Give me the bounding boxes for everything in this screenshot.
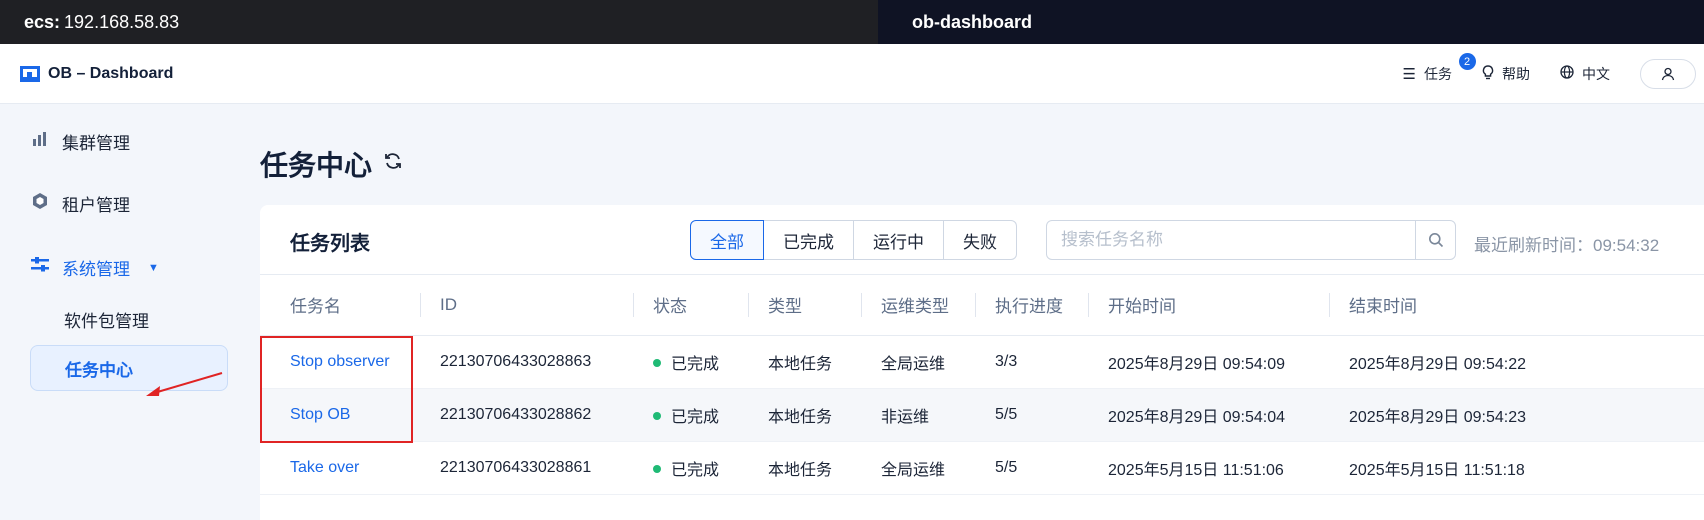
top-bar: ecs: 192.168.58.83 ob-dashboard [0,0,1704,44]
search-icon [1428,233,1443,248]
end-time: 2025年5月15日 11:51:18 [1329,441,1704,495]
table-row[interactable]: Stop observer 22130706433028863 已完成 本地任务… [260,335,1704,389]
list-icon: ☰ [1402,66,1416,83]
search-input[interactable] [1047,221,1415,259]
app-logo[interactable]: OB – Dashboard [20,65,173,83]
sliders-icon [30,257,50,278]
app-header: OB – Dashboard ☰ 任务 2 帮助 中文 [0,44,1704,104]
sidebar-item-tenant[interactable]: 租户管理 [30,191,130,216]
logo-icon [20,65,40,82]
card-header: 任务列表 全部 已完成 运行中 失败 最近刷新时间：09:54:32 [260,205,1704,275]
task-table: 任务名 ID 状态 类型 运维类型 执行进度 开始时间 结束时间 Stop ob… [260,275,1704,495]
tasks-button[interactable]: ☰ 任务 2 [1402,53,1476,84]
caret-down-icon: ▼ [148,261,159,274]
sidebar: 集群管理 租户管理 系统管理 ▼ 软件包管理 任务中心 [0,105,228,520]
status-dot-icon [653,412,661,421]
status-cell: 已完成 [633,388,748,442]
language-label: 中文 [1582,66,1610,82]
help-button[interactable]: 帮助 [1482,64,1530,84]
filter-failed[interactable]: 失败 [944,220,1017,260]
task-id: 22130706433028861 [420,441,633,495]
column-header[interactable]: ID [420,275,633,336]
last-refresh-time: 最近刷新时间：09:54:32 [1474,236,1660,255]
sidebar-item-label: 任务中心 [65,360,133,380]
filter-running[interactable]: 运行中 [854,220,944,260]
globe-icon [1560,65,1574,83]
status-dot-icon [653,359,661,368]
start-time: 2025年8月29日 09:54:04 [1088,388,1329,442]
end-time: 2025年8月29日 09:54:23 [1329,388,1704,442]
progress: 5/5 [975,388,1088,442]
task-list-card: 任务列表 全部 已完成 运行中 失败 最近刷新时间：09:54:32 任务名 I… [260,205,1704,520]
bar-chart-icon [30,132,50,151]
host-label: ecs: [24,11,61,32]
ssh-host-tab[interactable]: ecs: 192.168.58.83 [0,0,878,44]
tasks-label: 任务 [1424,66,1452,82]
lightbulb-icon [1482,64,1494,84]
window-title: ob-dashboard [878,0,1704,44]
sidebar-item-label: 集群管理 [62,134,130,153]
status-filter: 全部 已完成 运行中 失败 [690,220,1017,260]
column-header[interactable]: 运维类型 [861,275,975,336]
ops-type: 非运维 [861,388,975,442]
task-type: 本地任务 [748,441,861,495]
user-icon [1661,67,1675,81]
table-header-row: 任务名 ID 状态 类型 运维类型 执行进度 开始时间 结束时间 [260,275,1704,336]
task-name-cell: Take over [260,441,420,495]
filter-completed[interactable]: 已完成 [764,220,854,260]
column-header[interactable]: 执行进度 [975,275,1088,336]
filter-all[interactable]: 全部 [690,220,764,260]
status-text: 已完成 [671,355,720,373]
column-header[interactable]: 类型 [748,275,861,336]
header-actions: ☰ 任务 2 帮助 中文 [1403,44,1696,104]
column-header[interactable]: 任务名 [260,275,420,336]
page-title: 任务中心 [260,144,402,184]
sidebar-item-cluster[interactable]: 集群管理 [30,129,130,154]
start-time: 2025年8月29日 09:54:09 [1088,335,1329,389]
progress: 3/3 [975,335,1088,389]
logo-text: OB – Dashboard [48,64,174,82]
ops-type: 全局运维 [861,441,975,495]
page-title-text: 任务中心 [260,150,373,181]
refresh-icon[interactable] [384,152,402,176]
search-box [1046,220,1456,260]
status-text: 已完成 [671,461,720,479]
task-id: 22130706433028862 [420,388,633,442]
table-row[interactable]: Stop OB 22130706433028862 已完成 本地任务 非运维 5… [260,388,1704,442]
task-name-link[interactable]: Take over [290,459,359,476]
task-type: 本地任务 [748,335,861,389]
table-row[interactable]: Take over 22130706433028861 已完成 本地任务 全局运… [260,441,1704,495]
column-header[interactable]: 状态 [633,275,748,336]
status-dot-icon [653,465,661,474]
task-type: 本地任务 [748,388,861,442]
help-label: 帮助 [1502,66,1530,82]
sidebar-item-label: 软件包管理 [64,311,149,331]
sidebar-item-software[interactable]: 软件包管理 [30,296,228,342]
tasks-badge: 2 [1458,53,1476,70]
status-text: 已完成 [671,408,720,426]
annotation-arrow [146,372,223,396]
user-avatar-button[interactable] [1640,59,1696,89]
language-button[interactable]: 中文 [1560,64,1610,84]
search-button[interactable] [1415,221,1455,259]
host-ip: 192.168.58.83 [64,11,180,32]
start-time: 2025年5月15日 11:51:06 [1088,441,1329,495]
sidebar-item-label: 租户管理 [62,196,130,215]
column-header[interactable]: 开始时间 [1088,275,1329,336]
progress: 5/5 [975,441,1088,495]
column-header[interactable]: 结束时间 [1329,275,1704,336]
ops-type: 全局运维 [861,335,975,389]
card-title: 任务列表 [290,233,370,255]
cube-icon [30,192,50,215]
end-time: 2025年8月29日 09:54:22 [1329,335,1704,389]
annotation-highlight-box [260,336,413,443]
sidebar-item-system[interactable]: 系统管理 ▼ [30,255,159,280]
status-cell: 已完成 [633,335,748,389]
task-id: 22130706433028863 [420,335,633,389]
status-cell: 已完成 [633,441,748,495]
sidebar-item-label: 系统管理 [62,260,130,279]
